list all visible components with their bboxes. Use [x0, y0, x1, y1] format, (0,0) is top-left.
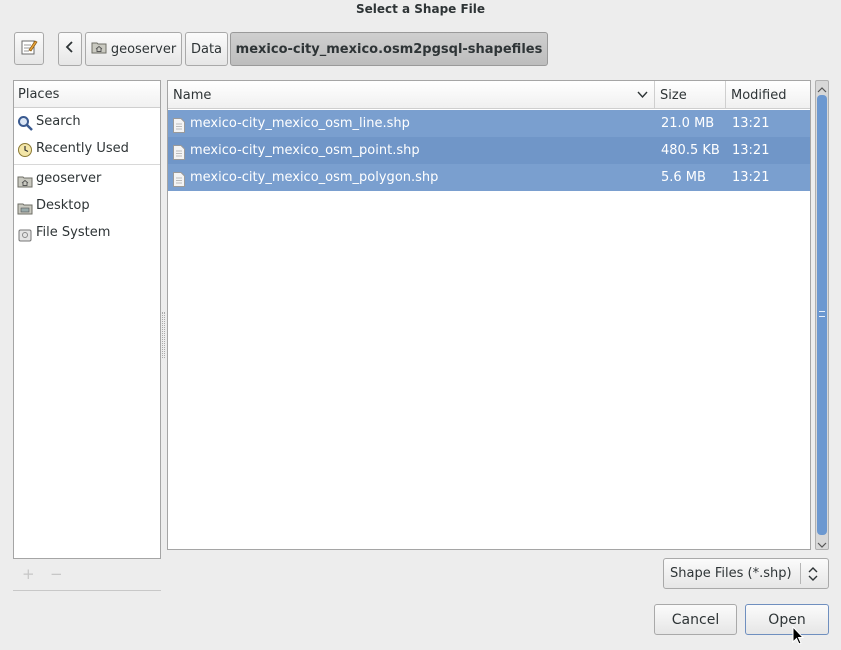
file-icon	[173, 170, 185, 187]
breadcrumb-data[interactable]: Data	[185, 32, 228, 66]
home-folder-icon	[17, 171, 33, 188]
place-label: Search	[36, 114, 81, 129]
remove-bookmark-button[interactable]: −	[50, 565, 64, 583]
scroll-down-icon[interactable]	[817, 538, 827, 553]
location-toggle-button[interactable]	[14, 32, 44, 65]
file-name: mexico-city_mexico_osm_point.shp	[190, 143, 420, 158]
column-label: Modified	[731, 88, 787, 103]
mouse-pointer-icon	[792, 625, 805, 650]
chevron-left-icon	[65, 41, 75, 57]
file-modified: 13:21	[732, 143, 770, 158]
breadcrumb-label: Data	[190, 41, 223, 57]
file-type-filter[interactable]: Shape Files (*.shp)	[663, 558, 829, 589]
sort-chevron-icon	[637, 81, 648, 110]
file-row[interactable]: mexico-city_mexico_osm_point.shp 480.5 K…	[168, 137, 810, 164]
search-icon	[17, 114, 33, 131]
file-icon	[173, 116, 185, 133]
up-down-chevron-icon	[808, 565, 818, 587]
pane-resize-handle[interactable]	[162, 312, 165, 358]
breadcrumb-geoserver[interactable]: geoserver	[85, 32, 182, 66]
place-item-recently-used[interactable]: Recently Used	[14, 135, 160, 162]
place-item-search[interactable]: Search	[14, 108, 160, 135]
filter-selected: Shape Files (*.shp)	[670, 566, 792, 581]
home-folder-icon	[91, 40, 107, 58]
file-row[interactable]: mexico-city_mexico_osm_line.shp 21.0 MB …	[168, 110, 810, 137]
file-modified: 13:21	[732, 116, 770, 131]
breadcrumb-label: mexico-city_mexico.osm2pgsql-shapefiles	[235, 41, 543, 57]
drive-icon	[17, 225, 33, 242]
place-item-file-system[interactable]: File System	[14, 219, 160, 246]
column-header-modified[interactable]: Modified	[726, 81, 810, 109]
cancel-button[interactable]: Cancel	[654, 604, 737, 635]
file-size: 480.5 KB	[661, 143, 720, 158]
file-modified: 13:21	[732, 170, 770, 185]
file-row[interactable]: mexico-city_mexico_osm_polygon.shp 5.6 M…	[168, 164, 810, 191]
edit-location-icon	[20, 38, 38, 60]
grip-icon	[819, 311, 825, 317]
sidebar-footer-divider	[13, 590, 161, 591]
column-header-name[interactable]: Name	[168, 81, 655, 109]
open-button[interactable]: Open	[745, 604, 829, 635]
vertical-scrollbar[interactable]	[815, 80, 829, 550]
column-label: Name	[173, 88, 212, 103]
file-name: mexico-city_mexico_osm_line.shp	[190, 116, 410, 131]
window-title: Select a Shape File	[355, 2, 486, 16]
place-label: File System	[36, 225, 111, 240]
add-bookmark-button[interactable]: +	[22, 565, 36, 583]
combo-divider	[800, 563, 801, 584]
places-header: Places	[14, 81, 160, 108]
file-size: 21.0 MB	[661, 116, 715, 131]
places-sidebar: Places Search Recently Used geoserver De…	[13, 80, 161, 559]
place-item-geoserver[interactable]: geoserver	[14, 165, 160, 192]
button-label: Cancel	[671, 611, 720, 628]
file-name: mexico-city_mexico_osm_polygon.shp	[190, 170, 439, 185]
breadcrumb-label: geoserver	[110, 41, 177, 57]
place-label: geoserver	[36, 171, 102, 186]
scrollbar-thumb[interactable]	[817, 95, 827, 535]
file-list[interactable]: Name Size Modified mexico-city_mexico_os…	[167, 80, 811, 550]
column-label: Size	[660, 88, 687, 103]
file-size: 5.6 MB	[661, 170, 706, 185]
column-header-size[interactable]: Size	[655, 81, 726, 109]
clock-icon	[17, 141, 33, 157]
place-label: Recently Used	[36, 141, 129, 156]
folder-icon	[17, 198, 33, 215]
back-button[interactable]	[58, 32, 82, 66]
place-item-desktop[interactable]: Desktop	[14, 192, 160, 219]
file-icon	[173, 143, 185, 160]
breadcrumb-current[interactable]: mexico-city_mexico.osm2pgsql-shapefiles	[230, 32, 548, 66]
place-label: Desktop	[36, 198, 90, 213]
